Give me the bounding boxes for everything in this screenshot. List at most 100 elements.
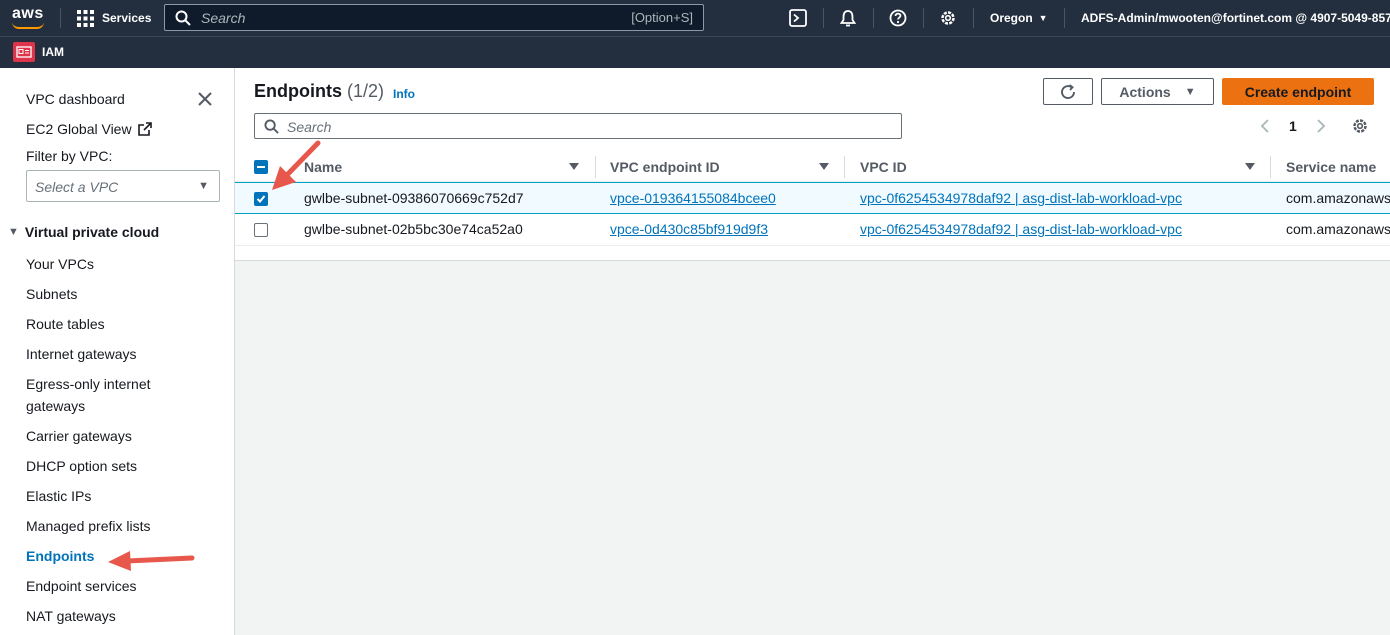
- column-header-vpc-id[interactable]: VPC ID: [860, 159, 907, 175]
- services-label: Services: [102, 11, 152, 25]
- refresh-icon: [1061, 83, 1075, 99]
- search-shortcut: [Option+S]: [631, 10, 693, 25]
- cell-endpoint-id-link[interactable]: vpce-0d430c85bf919d9f3: [610, 221, 768, 237]
- column-header-vpc-endpoint-id[interactable]: VPC endpoint ID: [610, 159, 720, 175]
- caret-down-icon: ▼: [198, 180, 209, 192]
- divider: [873, 8, 874, 28]
- sidebar-item-nat-gateways[interactable]: NAT gateways: [26, 608, 116, 624]
- cell-vpc-id-link[interactable]: vpc-0f6254534978daf92 | asg-dist-lab-wor…: [860, 221, 1182, 237]
- endpoints-search-placeholder: Search: [287, 119, 332, 135]
- refresh-button[interactable]: [1043, 78, 1093, 105]
- page-title-text: Endpoints: [254, 81, 342, 101]
- divider: [823, 8, 824, 28]
- table-preferences-button[interactable]: [1351, 117, 1369, 140]
- table-row[interactable]: gwlbe-subnet-02b5bc30e74ca52a0 vpce-0d43…: [235, 214, 1390, 246]
- services-menu-button[interactable]: Services: [77, 0, 151, 36]
- sort-caret-icon[interactable]: [569, 163, 579, 170]
- column-divider: [1270, 156, 1271, 178]
- gear-icon: [1353, 119, 1367, 133]
- sidebar-item-elastic-ips[interactable]: Elastic IPs: [26, 488, 91, 504]
- ec2-global-view-label: EC2 Global View: [26, 121, 132, 137]
- id-card-icon: [16, 46, 32, 58]
- main-content: Endpoints (1/2) Info Actions ▼ Create en…: [235, 68, 1390, 635]
- divider: [60, 8, 61, 28]
- iam-favorite-link[interactable]: IAM: [42, 45, 64, 59]
- row-checkbox[interactable]: [254, 223, 268, 237]
- top-navigation-bar: aws Services Search [Option+S] Oregon ▼ …: [0, 0, 1390, 36]
- chevron-left-icon: [1260, 119, 1269, 133]
- search-placeholder: Search: [201, 9, 246, 26]
- table-header: Name VPC endpoint ID VPC ID Service name: [235, 152, 1390, 182]
- indeterminate-dash: [257, 166, 265, 168]
- sidebar-item-dhcp-option-sets[interactable]: DHCP option sets: [26, 458, 137, 474]
- iam-service-icon[interactable]: [13, 42, 35, 62]
- checkmark-icon: [256, 195, 266, 203]
- actions-label: Actions: [1119, 83, 1171, 100]
- sort-caret-icon[interactable]: [819, 163, 829, 170]
- account-menu[interactable]: ADFS-Admin/mwooten@fortinet.com @ 4907-5…: [1081, 0, 1390, 36]
- cloudshell-icon: [789, 9, 807, 27]
- column-header-service-name[interactable]: Service name: [1286, 159, 1376, 175]
- search-icon: [175, 10, 191, 26]
- chevron-right-icon: [1317, 119, 1326, 133]
- info-link[interactable]: Info: [393, 87, 415, 101]
- gear-icon: [941, 11, 955, 25]
- table-row[interactable]: gwlbe-subnet-09386070669c752d7 vpce-0193…: [235, 182, 1390, 214]
- sidebar-item-route-tables[interactable]: Route tables: [26, 316, 105, 332]
- endpoints-table-panel: Endpoints (1/2) Info Actions ▼ Create en…: [235, 68, 1390, 261]
- aws-logo-smile: [12, 22, 44, 29]
- global-search-input[interactable]: Search [Option+S]: [164, 4, 704, 31]
- previous-page-button[interactable]: [1259, 118, 1271, 139]
- cell-vpc-id-link[interactable]: vpc-0f6254534978daf92 | asg-dist-lab-wor…: [860, 190, 1182, 206]
- sort-caret-icon[interactable]: [1245, 163, 1255, 170]
- caret-down-icon: ▼: [8, 226, 19, 238]
- settings-button[interactable]: [938, 8, 958, 28]
- select-all-checkbox[interactable]: [254, 160, 268, 174]
- column-divider: [595, 156, 596, 178]
- sidebar-item-subnets[interactable]: Subnets: [26, 286, 77, 302]
- divider: [973, 8, 974, 28]
- sidebar-item-carrier-gateways[interactable]: Carrier gateways: [26, 428, 132, 444]
- search-icon: [264, 119, 279, 134]
- vpc-filter-select[interactable]: Select a VPC ▼: [26, 170, 220, 202]
- external-link-icon: [137, 122, 152, 136]
- actions-dropdown-button[interactable]: Actions ▼: [1101, 78, 1214, 105]
- close-sidebar-button[interactable]: [197, 91, 213, 112]
- help-icon: [889, 9, 907, 27]
- sidebar-item-endpoints[interactable]: Endpoints: [26, 548, 94, 564]
- page-number[interactable]: 1: [1289, 118, 1297, 134]
- bell-icon: [839, 10, 857, 27]
- endpoints-search-input[interactable]: Search: [254, 113, 902, 139]
- region-label: Oregon: [990, 11, 1033, 25]
- vpc-filter-placeholder: Select a VPC: [35, 179, 119, 195]
- cell-name: gwlbe-subnet-09386070669c752d7: [304, 190, 524, 206]
- sidebar: VPC dashboard EC2 Global View Filter by …: [0, 68, 235, 635]
- column-divider: [844, 156, 845, 178]
- cell-endpoint-id-link[interactable]: vpce-019364155084bcee0: [610, 190, 776, 206]
- cell-service-name: com.amazonaws: [1286, 190, 1390, 206]
- divider: [923, 8, 924, 28]
- section-virtual-private-cloud[interactable]: ▼ Virtual private cloud: [8, 224, 159, 240]
- sidebar-item-vpc-dashboard[interactable]: VPC dashboard: [26, 91, 125, 107]
- row-checkbox[interactable]: [254, 192, 268, 206]
- grid-icon: [77, 9, 94, 27]
- sidebar-item-internet-gateways[interactable]: Internet gateways: [26, 346, 137, 362]
- selection-count: (1/2): [347, 81, 385, 101]
- create-endpoint-button[interactable]: Create endpoint: [1222, 78, 1374, 105]
- sidebar-item-egress-only-internet-gateways[interactable]: Egress-only internet gateways: [26, 373, 176, 417]
- caret-down-icon: ▼: [1184, 85, 1196, 98]
- help-button[interactable]: [888, 8, 908, 28]
- filter-by-vpc-label: Filter by VPC:: [26, 148, 113, 164]
- close-icon: [198, 92, 212, 106]
- sidebar-item-ec2-global-view[interactable]: EC2 Global View: [26, 121, 152, 137]
- region-selector[interactable]: Oregon ▼: [990, 0, 1048, 36]
- column-header-name[interactable]: Name: [304, 159, 342, 175]
- cloudshell-button[interactable]: [788, 8, 808, 28]
- favorites-bar: [0, 36, 1390, 68]
- sidebar-item-endpoint-services[interactable]: Endpoint services: [26, 578, 137, 594]
- divider: [1064, 8, 1065, 28]
- next-page-button[interactable]: [1315, 118, 1327, 139]
- sidebar-item-managed-prefix-lists[interactable]: Managed prefix lists: [26, 518, 151, 534]
- sidebar-item-your-vpcs[interactable]: Your VPCs: [26, 256, 94, 272]
- notifications-button[interactable]: [838, 8, 858, 28]
